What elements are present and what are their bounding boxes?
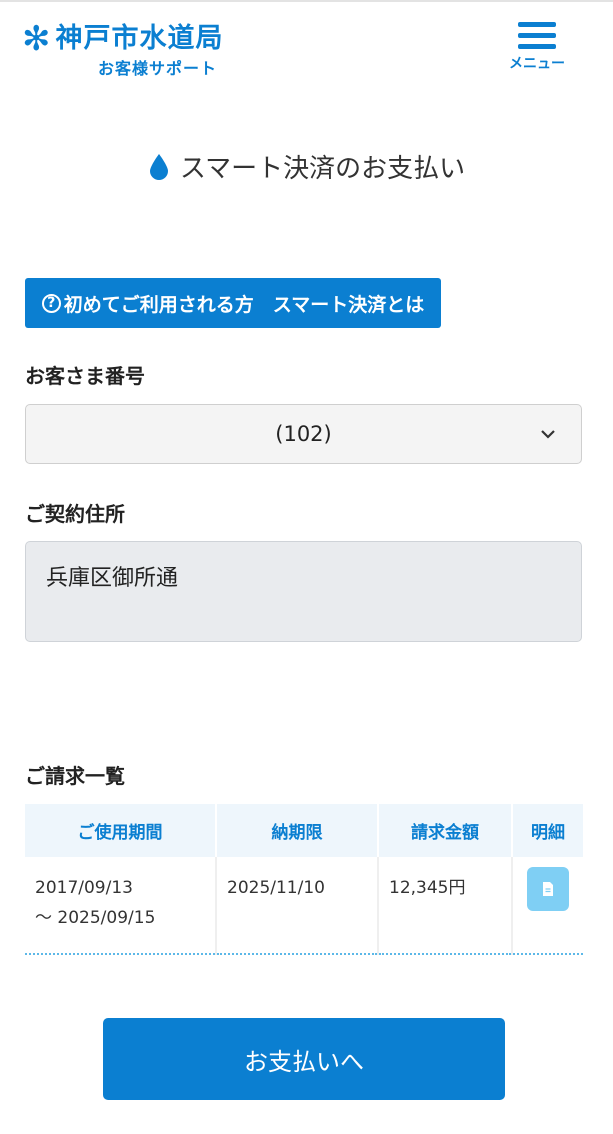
- chevron-down-icon: [541, 430, 555, 439]
- detail-cell: [512, 857, 583, 954]
- amount-cell: 12,345円: [378, 857, 513, 954]
- address-field: 兵庫区御所通: [25, 541, 582, 642]
- page-title-text: スマート決済のお支払い: [179, 154, 466, 184]
- address-value: 兵庫区御所通: [46, 566, 179, 591]
- site-logo[interactable]: ✻ 神戸市水道局 お客様サポート: [22, 19, 224, 79]
- table-header-row: ご使用期間 納期限 請求金額 明細: [25, 804, 583, 857]
- table-row: 2017/09/13 〜 2025/09/15 2025/11/10 12,34…: [25, 857, 583, 954]
- period-end: 〜 2025/09/15: [35, 908, 156, 928]
- period-cell: 2017/09/13 〜 2025/09/15: [25, 857, 217, 954]
- top-border: [0, 0, 613, 2]
- water-drop-icon: [149, 153, 168, 180]
- due-date-cell: 2025/11/10: [216, 857, 379, 954]
- intro-guide-label: 初めてご利用される方 スマート決済とは: [63, 293, 425, 316]
- detail-button[interactable]: [527, 867, 569, 911]
- question-icon: ?: [41, 293, 61, 313]
- intro-guide-button[interactable]: ? 初めてご利用される方 スマート決済とは: [25, 278, 441, 328]
- proceed-to-payment-label: お支払いへ: [244, 1047, 364, 1076]
- customer-number-value: (102): [275, 422, 332, 446]
- column-header-period: ご使用期間: [25, 804, 217, 857]
- billing-list-label: ご請求一覧: [25, 764, 125, 788]
- column-header-due: 納期限: [216, 804, 379, 857]
- column-header-detail: 明細: [512, 804, 583, 857]
- address-label: ご契約住所: [25, 502, 125, 526]
- document-icon: [543, 882, 553, 896]
- logo-subtitle: お客様サポート: [98, 59, 218, 78]
- menu-icon: [508, 22, 566, 49]
- customer-number-label: お客さま番号: [25, 364, 145, 388]
- menu-label: メニュー: [509, 56, 565, 72]
- billing-table: ご使用期間 納期限 請求金額 明細 2017/09/13 〜 2025/09/1…: [25, 804, 583, 955]
- column-header-amount: 請求金額: [378, 804, 513, 857]
- page-title: スマート決済のお支払い: [0, 148, 613, 185]
- menu-button[interactable]: メニュー: [508, 20, 566, 80]
- proceed-to-payment-button[interactable]: お支払いへ: [103, 1018, 505, 1100]
- customer-number-select[interactable]: (102): [25, 404, 582, 464]
- asterisk-logo-icon: ✻: [22, 19, 52, 59]
- period-start: 2017/09/13: [35, 878, 133, 898]
- logo-title: 神戸市水道局: [55, 23, 224, 54]
